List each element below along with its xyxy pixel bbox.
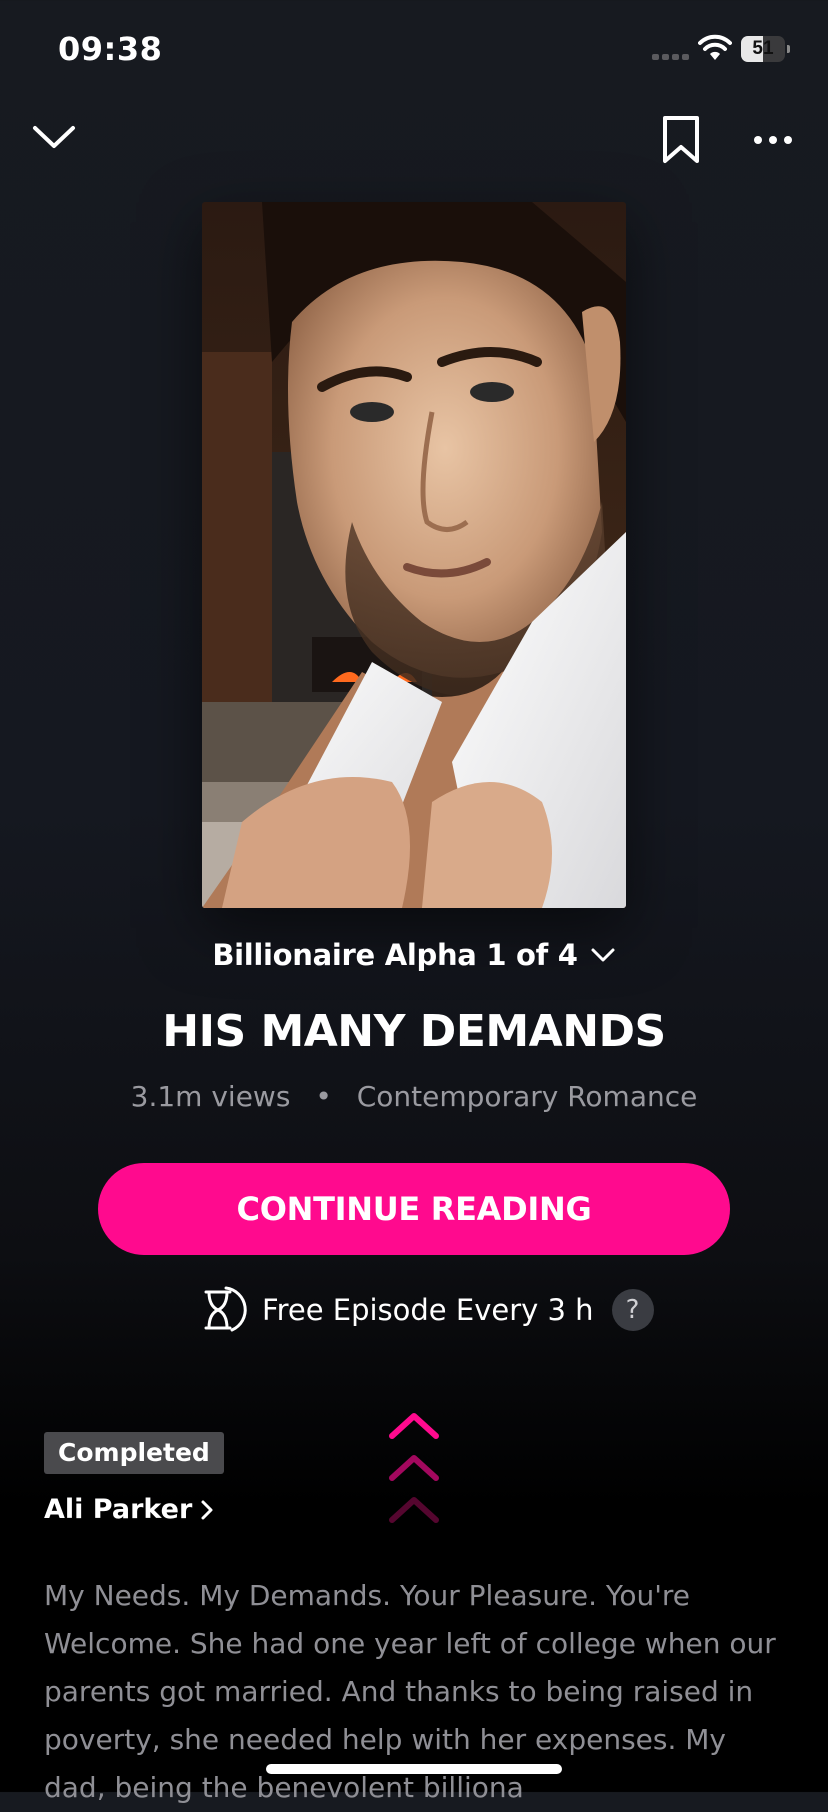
book-description: My Needs. My Demands. Your Pleasure. You…: [44, 1579, 776, 1804]
genre-label[interactable]: Contemporary Romance: [357, 1080, 698, 1113]
meta-separator: •: [315, 1080, 332, 1113]
chevron-down-icon[interactable]: [30, 118, 78, 158]
author-link[interactable]: Ali Parker: [44, 1494, 214, 1525]
status-time: 09:38: [58, 30, 163, 68]
continue-reading-button[interactable]: CONTINUE READING: [98, 1163, 730, 1255]
bookmark-icon[interactable]: [660, 114, 702, 166]
wifi-icon: [698, 34, 732, 60]
cover-illustration: [202, 202, 626, 908]
free-episode-text: Free Episode Every 3 h: [262, 1293, 594, 1327]
signal-icon: [652, 54, 689, 60]
book-title: HIS MANY DEMANDS: [162, 1006, 666, 1057]
series-selector[interactable]: Billionaire Alpha 1 of 4: [0, 938, 828, 972]
battery-body: 51: [741, 36, 785, 62]
hourglass-icon: [204, 1286, 247, 1332]
free-episode-info: Free Episode Every 3 h ?: [196, 1286, 654, 1332]
home-indicator[interactable]: [266, 1764, 562, 1774]
book-cover[interactable]: [202, 202, 626, 908]
swipe-up-icon[interactable]: [388, 1410, 440, 1532]
chevron-right-icon: [201, 1500, 213, 1519]
battery-text: 51: [752, 38, 774, 59]
series-inner: Billionaire Alpha 1 of 4: [212, 938, 615, 972]
battery-tip: [787, 45, 790, 53]
book-meta: 3.1m views • Contemporary Romance: [0, 1080, 828, 1113]
more-icon[interactable]: [752, 128, 794, 152]
status-badge: Completed: [44, 1432, 224, 1474]
series-label: Billionaire Alpha 1 of 4: [212, 938, 578, 972]
battery-icon: 51: [741, 36, 791, 62]
author-name: Ali Parker: [44, 1494, 193, 1525]
help-icon[interactable]: ?: [611, 1289, 654, 1331]
status-bar: 09:38 51: [0, 0, 828, 100]
view-count: 3.1m views: [130, 1080, 291, 1113]
chevron-down-icon: [591, 948, 615, 962]
